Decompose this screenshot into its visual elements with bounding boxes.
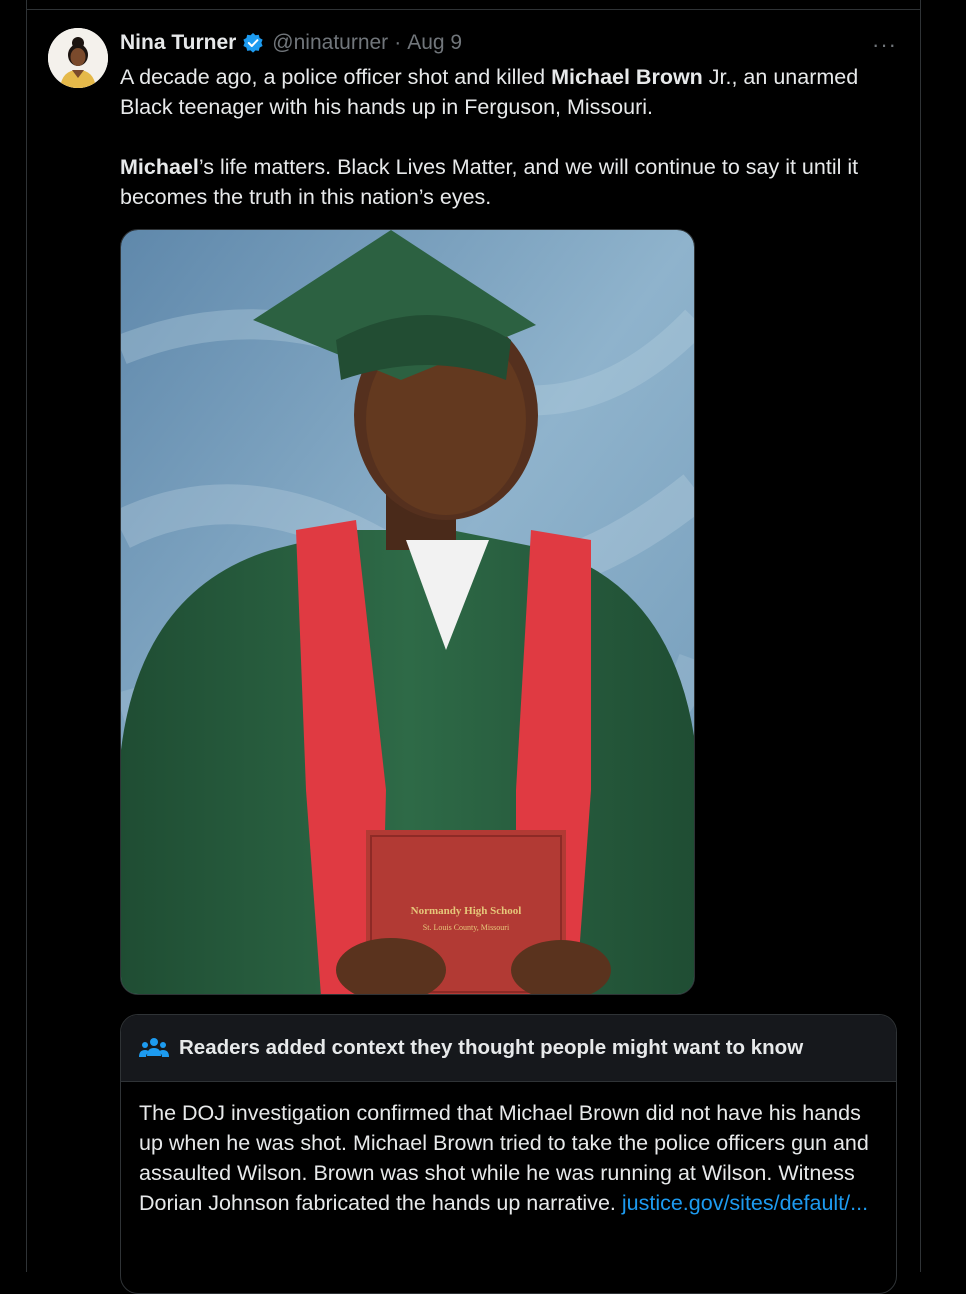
tweet-paragraph-1: A decade ago, a police officer shot and …	[120, 62, 880, 122]
tweet-paragraph-2: Michael’s life matters. Black Lives Matt…	[120, 152, 880, 212]
diploma-text-line2: St. Louis County, Missouri	[423, 923, 510, 932]
community-note-source-link[interactable]: justice.gov/sites/default/...	[622, 1191, 868, 1215]
separator-dot: ·	[394, 31, 402, 54]
author-handle[interactable]: @ninaturner	[272, 31, 388, 55]
community-note: Readers added context they thought peopl…	[120, 1014, 897, 1294]
tweet-text: A decade ago, a police officer shot and …	[120, 62, 880, 212]
tweet-header: Nina Turner @ninaturner · Aug 9	[120, 30, 462, 56]
timeline-border-right	[920, 0, 921, 1272]
verified-badge-icon[interactable]	[242, 32, 264, 54]
community-note-body: The DOJ investigation confirmed that Mic…	[121, 1082, 896, 1218]
community-note-heading: Readers added context they thought peopl…	[179, 1036, 804, 1059]
post-date[interactable]: Aug 9	[407, 31, 462, 55]
avatar[interactable]	[48, 28, 108, 88]
text-segment: ’s life matters. Black Lives Matter, and…	[120, 155, 859, 209]
text-segment: A decade ago, a police officer shot and …	[120, 65, 552, 89]
tweet-photo[interactable]: Normandy High School St. Louis County, M…	[120, 229, 695, 995]
timeline-divider	[26, 9, 921, 10]
bold-name: Michael	[120, 155, 199, 179]
more-options-icon[interactable]: ···	[872, 32, 897, 58]
community-note-header[interactable]: Readers added context they thought peopl…	[121, 1015, 896, 1082]
timeline-border-left	[26, 0, 27, 1272]
community-notes-icon	[139, 1036, 169, 1060]
author-name[interactable]: Nina Turner	[120, 31, 236, 55]
bold-name: Michael Brown	[551, 65, 703, 89]
diploma-text-line1: Normandy High School	[411, 905, 522, 917]
